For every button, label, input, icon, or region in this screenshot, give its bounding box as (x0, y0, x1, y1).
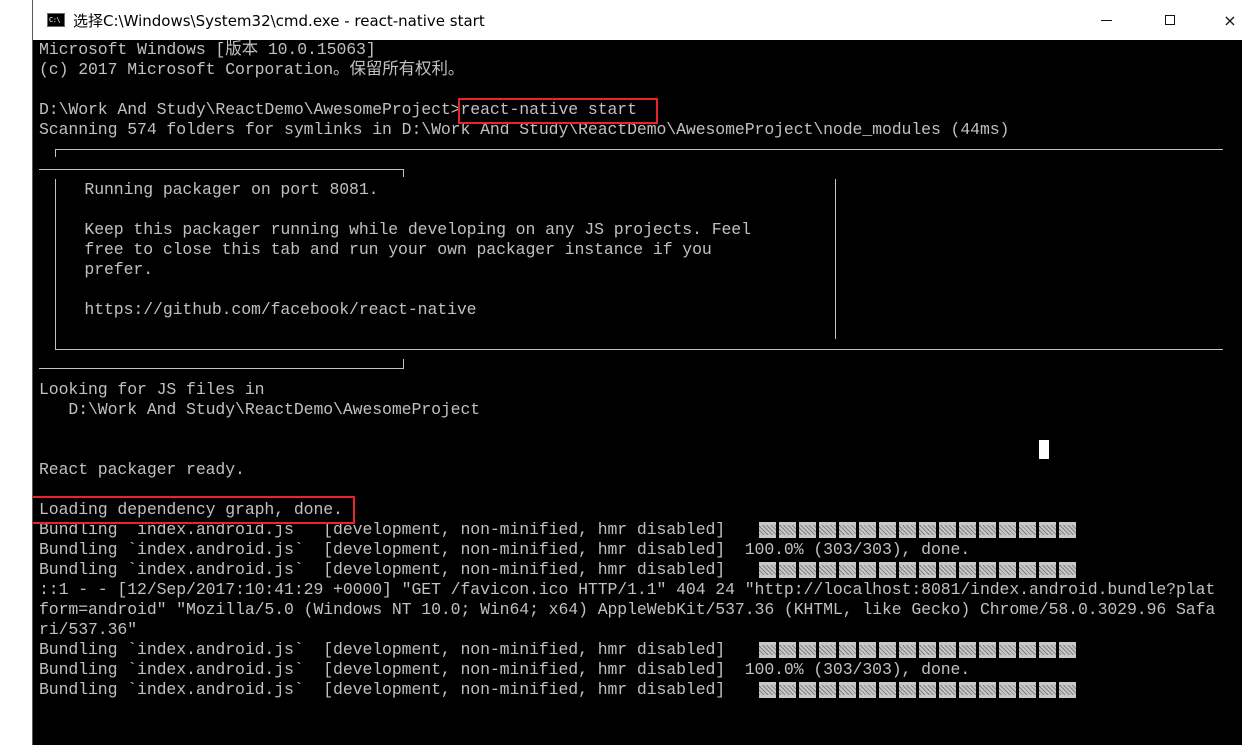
console-line: Running packager on port 8081. (55, 180, 379, 199)
console-line: Microsoft Windows [版本 10.0.15063] (39, 40, 376, 59)
console-line: React packager ready. (39, 460, 245, 479)
console-line: D:\Work And Study\ReactDemo\AwesomeProje… (39, 400, 481, 419)
close-icon: × (1223, 10, 1237, 30)
console-line: form=android" "Mozilla/5.0 (Windows NT 1… (39, 600, 1216, 619)
console-line: Bundling `index.android.js` [development… (39, 540, 971, 559)
box-border-inner-bottom (39, 368, 403, 369)
cmd-window: C:\ 选择C:\Windows\System32\cmd.exe - reac… (32, 0, 1242, 745)
console-output[interactable]: Microsoft Windows [版本 10.0.15063] (c) 20… (33, 40, 1242, 745)
console-line: Looking for JS files in (39, 380, 265, 399)
maximize-icon (1165, 15, 1175, 25)
maximize-button[interactable] (1147, 0, 1193, 40)
title-bar[interactable]: C:\ 选择C:\Windows\System32\cmd.exe - reac… (33, 0, 1242, 40)
console-line: free to close this tab and run your own … (55, 240, 712, 259)
box-border-right (835, 179, 836, 339)
box-border-inner-right (403, 169, 404, 177)
console-line: https://github.com/facebook/react-native (55, 300, 477, 319)
console-line: Keep this packager running while develop… (55, 220, 751, 239)
box-border-top (55, 149, 1223, 150)
minimize-icon (1100, 19, 1112, 21)
text-cursor (1039, 440, 1049, 459)
box-border-inner-top (39, 169, 403, 170)
box-border-inner-right (403, 359, 404, 369)
window-title: 选择C:\Windows\System32\cmd.exe - react-na… (73, 12, 485, 30)
console-line: prefer. (55, 260, 154, 279)
cmd-icon[interactable]: C:\ (47, 13, 65, 27)
close-button[interactable]: × (1207, 0, 1242, 40)
progress-bar (759, 562, 1077, 578)
progress-bar (759, 642, 1077, 658)
console-line: (c) 2017 Microsoft Corporation。保留所有权利。 (39, 60, 465, 79)
box-border-bottom (55, 349, 1223, 350)
highlight-loading-done (33, 496, 355, 524)
console-line: ::1 - - [12/Sep/2017:10:41:29 +0000] "GE… (39, 580, 1216, 599)
progress-bar (759, 682, 1077, 698)
console-line: ri/537.36" (39, 620, 138, 639)
console-line: Bundling `index.android.js` [development… (39, 660, 971, 679)
highlight-command (458, 98, 658, 124)
box-border-left (55, 149, 56, 157)
minimize-button[interactable] (1083, 0, 1129, 40)
progress-bar (759, 522, 1077, 538)
